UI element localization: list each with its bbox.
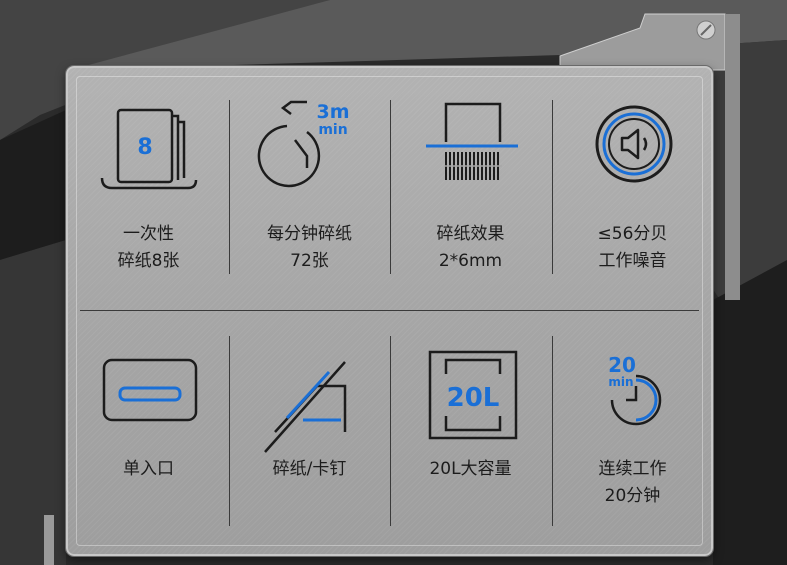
feature-label: 一次性 碎纸8张 — [117, 224, 180, 271]
timer-value-text: 20 — [608, 353, 636, 377]
capacity-text: 20L — [447, 383, 500, 413]
feature-label: ≤56分贝 工作噪音 — [597, 224, 668, 271]
feature-label: 碎纸效果 2*6mm — [436, 224, 505, 271]
speed-unit-text: min — [318, 122, 347, 138]
feature-label: 20L大容量 — [429, 459, 512, 479]
timer-unit-text: min — [608, 375, 633, 389]
feature-label: 碎纸/卡钉 — [272, 459, 347, 479]
card-staple-icon — [264, 361, 347, 453]
feature-panel: 8 一次性 碎纸8张 3m min 每分钟碎纸 72张 碎纸效果 2*6mm ≤… — [66, 66, 713, 556]
sheet-count-text: 8 — [137, 135, 152, 160]
single-slot-icon — [102, 358, 198, 422]
timer-icon: 20 min — [608, 353, 662, 426]
shredder-strips-icon — [426, 102, 518, 180]
feature-label: 连续工作 20分钟 — [598, 459, 667, 506]
paper-stack-icon: 8 — [100, 108, 198, 190]
feature-label: 每分钟碎纸 72张 — [267, 224, 352, 271]
speaker-icon — [595, 105, 673, 183]
stopwatch-icon: 3m min — [257, 100, 350, 188]
bin-capacity-icon: 20L — [428, 350, 518, 440]
row-divider — [80, 310, 699, 311]
speed-value-text: 3m — [316, 101, 349, 123]
feature-label: 单入口 — [123, 459, 174, 479]
